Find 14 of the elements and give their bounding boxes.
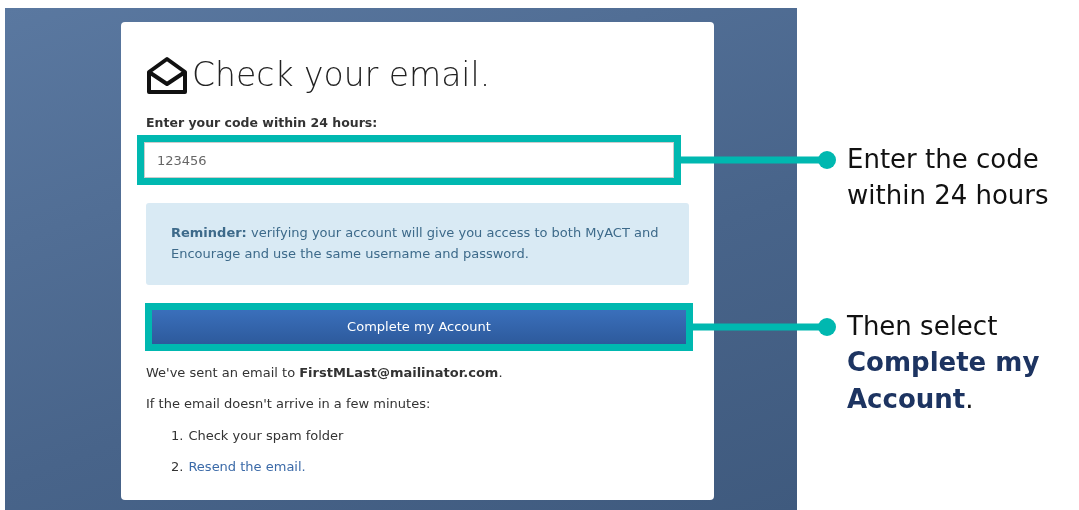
step-number: 2. [171,458,184,477]
complete-account-button[interactable]: Complete my Account [152,309,686,344]
callout-text: Enter the code within 24 hours [847,143,1050,213]
envelope-icon [146,54,188,95]
sent-notice: We've sent an email to FirstMLast@mailinator.com. [146,363,504,382]
code-field[interactable]: 123456 [144,142,674,179]
page-heading: Check your email. [192,54,491,96]
resend-link[interactable]: Resend the email. [188,457,306,477]
reminder-alert: Reminder: verifying your account will give you access to both MyACT and Encourage and use the same username and password. [146,203,689,285]
callout-text: Then select Complete my Account. [847,310,1041,416]
step-number: 1. [171,426,184,445]
step-text: Check your spam folder [188,426,344,445]
field-label: Enter your code within 24 hours: [146,113,379,132]
help-text: If the email doesn't arrive in a few minutes: [146,395,432,414]
